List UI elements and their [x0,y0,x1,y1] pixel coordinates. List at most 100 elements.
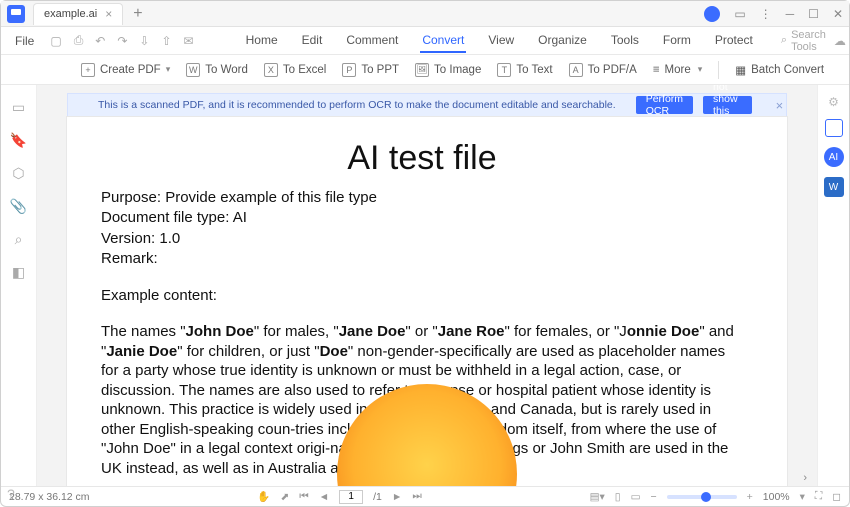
purpose-label: Purpose: [101,189,165,206]
search-panel-icon[interactable]: ⌕ [15,231,23,248]
separator [718,61,719,79]
create-pdf-button[interactable]: + Create PDF ▾ [81,63,170,77]
filetype-icon: X [264,63,278,77]
more-label: More [665,64,691,76]
file-menu[interactable]: File [9,34,40,48]
filetype-icon: W [186,63,200,77]
purpose-value: Provide example of this file type [165,189,377,206]
reading-mode-icon[interactable]: ◻ [832,491,841,503]
menu-tab-view[interactable]: View [486,29,516,53]
batch-convert-button[interactable]: ▦ Batch Convert [735,63,824,77]
convert-to-text-button[interactable]: TTo Text [497,63,552,77]
doc-title: AI test file [101,139,743,178]
convert-label: To PPT [361,64,399,76]
convert-to-excel-button[interactable]: XTo Excel [264,63,326,77]
last-page-icon[interactable]: ⏭ [412,490,421,503]
grid-icon: ▦ [735,63,746,77]
zoom-chevron-icon[interactable]: ▾ [800,491,805,503]
hand-tool-icon[interactable]: ✋ [257,490,270,503]
layers-icon[interactable]: ◧ [12,264,25,281]
word-export-icon[interactable]: W [824,177,844,197]
settings-icon[interactable]: ⚙ [828,95,839,109]
chevron-down-icon: ▾ [166,64,171,75]
convert-to-word-button[interactable]: W To Word [186,63,248,77]
zoom-out-icon[interactable]: − [651,491,657,503]
zoom-slider[interactable] [667,495,737,499]
search-icon: ⌕ [781,34,787,47]
close-tab-icon[interactable]: × [105,7,112,21]
scroll-left-icon[interactable]: ‹ [11,492,15,504]
prev-page-icon[interactable]: ◄ [319,491,329,503]
create-pdf-label: Create PDF [100,64,161,76]
undo-icon[interactable]: ↶ [93,34,107,48]
cloud-icon[interactable]: ☁ [834,34,846,48]
version-label: Version: [101,230,159,247]
single-page-icon[interactable]: ▯ [615,491,621,503]
filetype-icon: P [342,63,356,77]
select-tool-icon[interactable] [825,119,843,137]
fullscreen-icon[interactable]: ⛶ [815,490,822,503]
menu-tab-organize[interactable]: Organize [536,29,589,53]
page-number-input[interactable] [339,490,363,504]
close-banner-icon[interactable]: × [772,98,788,113]
menu-tab-comment[interactable]: Comment [344,29,400,53]
menu-tab-form[interactable]: Form [661,29,693,53]
batch-convert-label: Batch Convert [751,64,824,76]
window-maximize-icon[interactable]: ☐ [808,7,819,21]
open-icon[interactable]: ▢ [48,34,63,48]
convert-label: To Image [434,64,481,76]
page-total: /1 [373,491,382,503]
tab-title: example.ai [44,8,97,20]
ocr-message: This is a scanned PDF, and it is recomme… [98,99,616,111]
more-icon: ≡ [653,64,660,76]
attachment-icon[interactable]: 📎 [10,198,27,215]
menu-tab-tools[interactable]: Tools [609,29,641,53]
convert-label: To Text [516,64,552,76]
view-mode-icon[interactable]: ▤▾ [590,491,605,503]
dismiss-ocr-button[interactable]: Do not show this file again. [703,96,752,114]
search-placeholder: Search Tools [791,29,826,53]
thumbnails-icon[interactable]: ▭ [12,99,25,116]
select-tool-status-icon[interactable]: ⬈ [280,491,289,503]
menu-tab-edit[interactable]: Edit [300,29,325,53]
convert-to-image-button[interactable]: 🖼 To Image [415,63,481,77]
bookmark-icon[interactable]: 🔖 [10,132,27,149]
app-logo [7,5,25,23]
menu-tab-protect[interactable]: Protect [713,29,755,53]
shield-icon[interactable]: ⬡ [12,165,24,182]
fit-width-icon[interactable]: ▭ [631,491,641,503]
save-icon[interactable]: ⇩ [137,34,151,48]
kebab-menu-icon[interactable]: ⋮ [760,7,772,21]
filetype-icon: A [569,63,583,77]
print-icon[interactable]: ⎙ [72,33,86,48]
remark-label: Remark: [101,249,743,269]
filetype-label: Document file type: [101,209,233,226]
app-menu-icon[interactable]: ▭ [734,7,745,21]
mail-icon[interactable]: ✉ [182,34,196,48]
convert-label: To Word [205,64,248,76]
share-icon[interactable]: ⇧ [159,34,173,48]
redo-icon[interactable]: ↷ [115,34,129,48]
search-tools[interactable]: ⌕ Search Tools [781,29,826,53]
scroll-right-icon[interactable]: › [803,472,807,484]
window-minimize-icon[interactable]: ─ [786,7,795,21]
document-tab[interactable]: example.ai × [33,3,123,25]
perform-ocr-button[interactable]: Perform OCR [636,96,693,114]
zoom-in-icon[interactable]: + [747,491,753,503]
window-close-icon[interactable]: ✕ [833,7,843,21]
convert-to-pdf/a-button[interactable]: ATo PDF/A [569,63,637,77]
more-button[interactable]: ≡ More [653,64,702,76]
menu-tab-home[interactable]: Home [244,29,280,53]
version-value: 1.0 [159,230,180,247]
ai-assistant-icon[interactable]: AI [824,147,844,167]
filetype-icon: 🖼 [415,63,429,77]
convert-to-ppt-button[interactable]: P To PPT [342,63,399,77]
menu-tab-convert[interactable]: Convert [420,29,466,53]
zoom-value: 100% [763,491,790,503]
new-tab-button[interactable]: + [123,5,152,23]
example-heading: Example content: [101,287,743,304]
next-page-icon[interactable]: ► [392,491,402,503]
first-page-icon[interactable]: ⏮ [299,490,308,503]
page-dimensions: 28.79 x 36.12 cm [9,491,90,503]
user-avatar-icon[interactable] [704,6,720,22]
